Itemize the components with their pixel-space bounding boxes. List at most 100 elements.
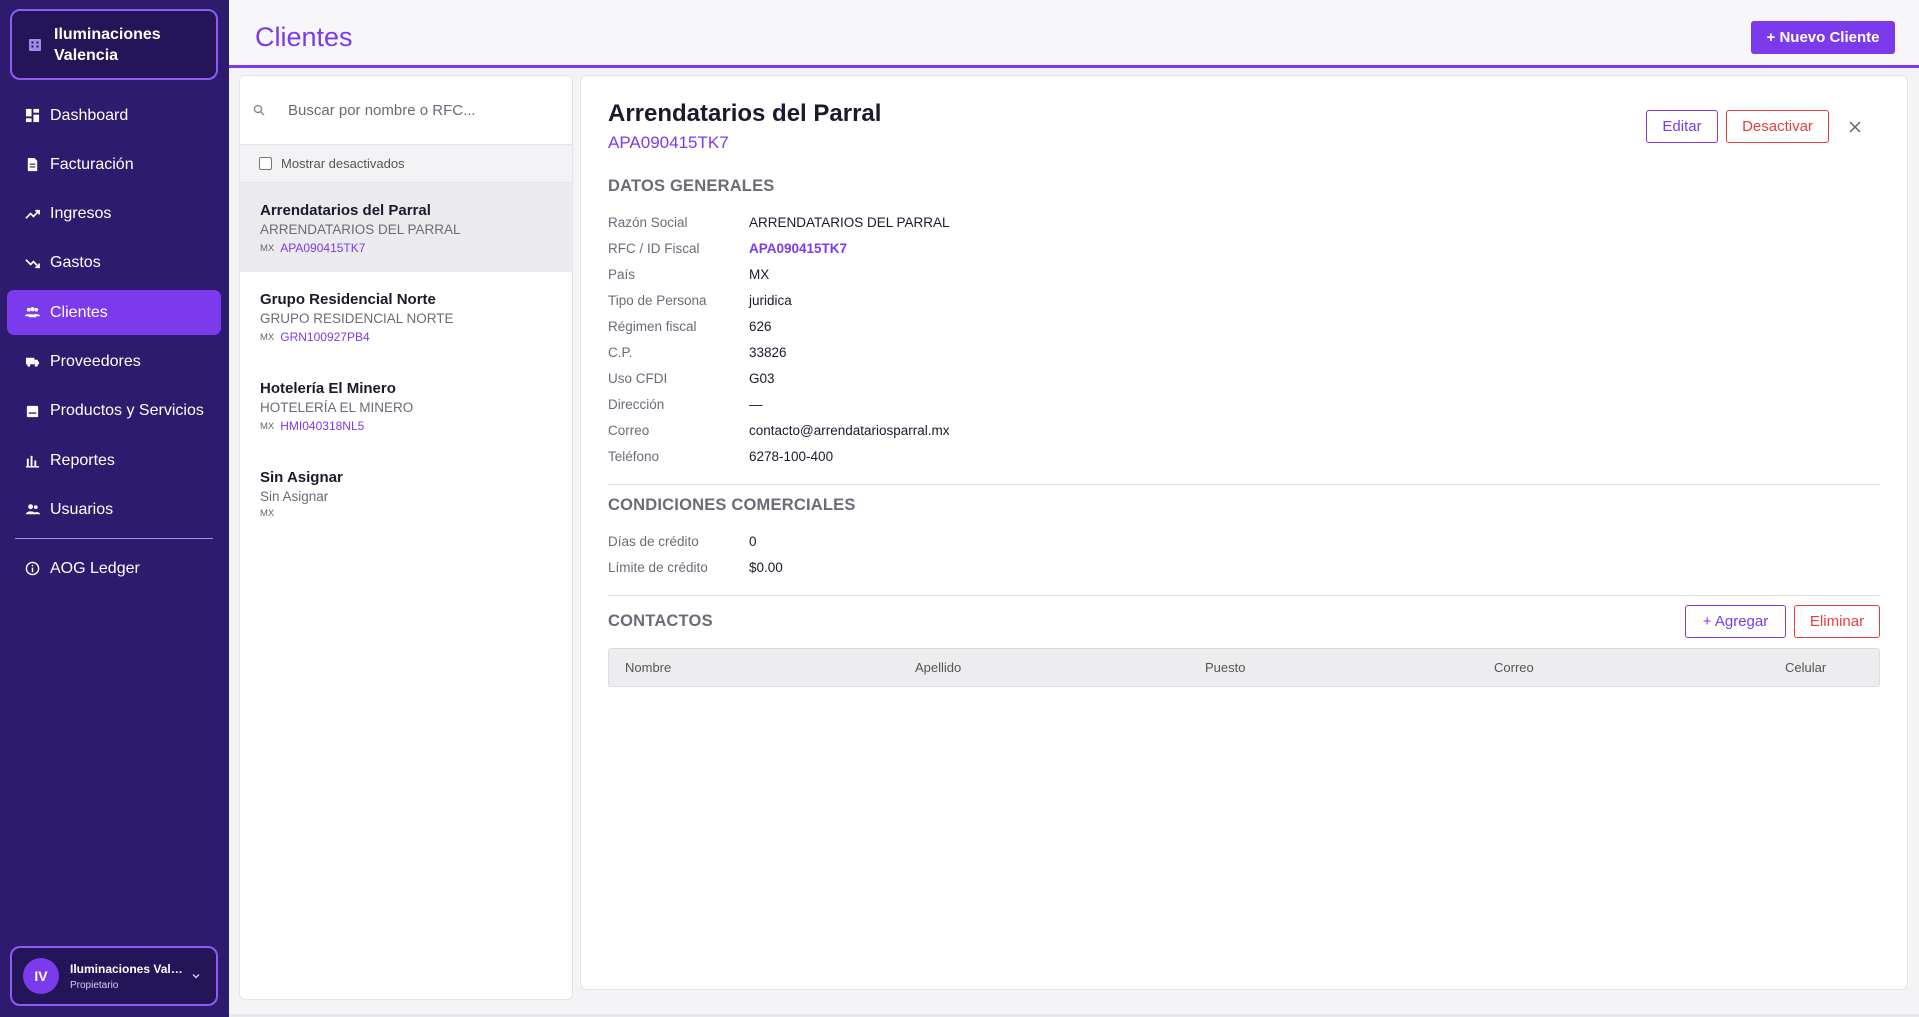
field-value: $0.00 — [749, 559, 783, 575]
field-value: juridica — [749, 292, 792, 308]
client-detail-name: Arrendatarios del Parral — [608, 100, 882, 127]
nav-item-productos[interactable]: Productos y Servicios — [7, 389, 221, 434]
field-label: Dirección — [608, 396, 665, 412]
client-rfc: APA090415TK7 — [280, 241, 366, 255]
list-item[interactable]: Grupo Residencial Norte GRUPO RESIDENCIA… — [240, 272, 572, 361]
close-icon[interactable] — [1845, 117, 1865, 137]
field-label: Uso CFDI — [608, 370, 668, 386]
column-header-nombre[interactable]: Nombre — [625, 660, 671, 675]
nav-item-ingresos[interactable]: Ingresos — [7, 192, 221, 237]
building-icon — [29, 38, 41, 51]
search-input[interactable] — [288, 101, 548, 119]
show-inactive-checkbox[interactable] — [259, 157, 272, 170]
nav-label: Usuarios — [50, 500, 114, 518]
users-icon — [24, 502, 40, 518]
client-rfc: GRN100927PB4 — [280, 330, 370, 344]
trend-up-icon — [24, 206, 40, 222]
client-detail-rfc: APA090415TK7 — [608, 133, 729, 152]
bar-chart-icon — [24, 453, 40, 469]
deactivate-button[interactable]: Desactivar — [1726, 110, 1829, 143]
client-name: Sin Asignar — [260, 469, 343, 486]
client-list-panel: Mostrar desactivados Arrendatarios del P… — [239, 75, 573, 1000]
client-rfc: HMI040318NL5 — [280, 419, 365, 433]
field-row: Régimen fiscal 626 — [608, 313, 950, 339]
delete-contact-button[interactable]: Eliminar — [1794, 605, 1880, 638]
nav-item-gastos[interactable]: Gastos — [7, 241, 221, 286]
add-contact-button[interactable]: + Agregar — [1685, 605, 1786, 638]
edit-button[interactable]: Editar — [1646, 110, 1718, 143]
commercial-section-title: CONDICIONES COMERCIALES — [608, 496, 856, 514]
field-row: C.P. 33826 — [608, 339, 950, 365]
nav-label: Productos y Servicios — [50, 402, 204, 420]
field-row: Días de crédito 0 — [608, 528, 783, 554]
field-label: Correo — [608, 422, 650, 438]
nav-divider — [15, 538, 213, 539]
people-icon — [24, 305, 40, 321]
nav-item-reportes[interactable]: Reportes — [7, 438, 221, 483]
new-client-button[interactable]: + Nuevo Cliente — [1751, 21, 1895, 54]
general-fields: Razón Social ARRENDATARIOS DEL PARRAL RFC… — [608, 209, 950, 469]
user-role: Propietario — [70, 979, 119, 991]
nav-item-usuarios[interactable]: Usuarios — [7, 487, 221, 532]
show-inactive-toggle[interactable]: Mostrar desactivados — [240, 145, 572, 183]
field-row: Correo contacto@arrendatariosparral.mx — [608, 417, 950, 443]
field-value: APA090415TK7 — [749, 240, 848, 256]
contacts-table-header: Nombre Apellido Puesto Correo Celular — [608, 648, 1880, 687]
user-menu[interactable]: IV Iluminaciones Valencia Propietario — [10, 946, 218, 1006]
column-header-correo[interactable]: Correo — [1494, 660, 1534, 675]
client-name: Arrendatarios del Parral — [260, 202, 431, 219]
page-header: Clientes + Nuevo Cliente — [229, 0, 1919, 68]
section-divider — [608, 484, 1880, 485]
client-name: Grupo Residencial Norte — [260, 291, 436, 308]
list-item[interactable]: Sin Asignar Sin Asignar MX — [240, 450, 572, 539]
client-country: MX — [260, 331, 275, 343]
column-header-puesto[interactable]: Puesto — [1205, 660, 1245, 675]
nav-label: Dashboard — [50, 106, 129, 124]
nav-item-dashboard[interactable]: Dashboard — [7, 93, 221, 138]
sidebar: Iluminaciones Valencia Dashboard Factura… — [0, 0, 229, 1017]
commercial-fields: Días de crédito 0 Límite de crédito $0.00 — [608, 528, 783, 580]
client-legal-name: Sin Asignar — [260, 489, 329, 504]
nav-label: Gastos — [50, 254, 101, 272]
nav-label: Proveedores — [50, 352, 141, 370]
field-value: contacto@arrendatariosparral.mx — [749, 422, 950, 438]
client-legal-name: GRUPO RESIDENCIAL NORTE — [260, 311, 454, 326]
field-row: Uso CFDI G03 — [608, 365, 950, 391]
contacts-section-title: CONTACTOS — [608, 612, 713, 630]
nav-label: Facturación — [50, 155, 134, 173]
trend-down-icon — [24, 255, 40, 271]
nav-item-proveedores[interactable]: Proveedores — [7, 339, 221, 384]
info-icon — [24, 561, 40, 577]
list-item[interactable]: Arrendatarios del Parral ARRENDATARIOS D… — [240, 183, 572, 272]
search-bar — [240, 76, 572, 145]
dashboard-icon — [24, 108, 40, 124]
page-title: Clientes — [255, 22, 353, 52]
field-label: Razón Social — [608, 214, 688, 230]
list-item[interactable]: Hotelería El Minero HOTELERÍA EL MINERO … — [240, 361, 572, 450]
client-detail-panel: Arrendatarios del Parral APA090415TK7 Ed… — [580, 75, 1908, 990]
user-name: Iluminaciones Valencia — [70, 961, 186, 976]
general-section-title: DATOS GENERALES — [608, 177, 775, 195]
column-header-apellido[interactable]: Apellido — [915, 660, 961, 675]
field-label: Límite de crédito — [608, 559, 708, 575]
main-nav: Dashboard Facturación Ingresos Gastos Cl… — [7, 93, 221, 537]
company-switcher[interactable]: Iluminaciones Valencia — [10, 9, 218, 80]
field-value: ARRENDATARIOS DEL PARRAL — [749, 214, 950, 230]
truck-icon — [24, 354, 40, 370]
field-row: Tipo de Persona juridica — [608, 287, 950, 313]
field-row: Teléfono 6278-100-400 — [608, 443, 950, 469]
client-legal-name: HOTELERÍA EL MINERO — [260, 400, 414, 415]
field-row: RFC / ID Fiscal APA090415TK7 — [608, 235, 950, 261]
section-divider — [608, 595, 1880, 596]
nav-item-facturacion[interactable]: Facturación — [7, 142, 221, 187]
nav-item-aog-ledger[interactable]: AOG Ledger — [7, 546, 221, 591]
field-row: País MX — [608, 261, 950, 287]
field-label: RFC / ID Fiscal — [608, 240, 700, 256]
field-label: Tipo de Persona — [608, 292, 707, 308]
search-icon — [253, 104, 265, 116]
nav-item-clientes[interactable]: Clientes — [7, 290, 221, 336]
client-legal-name: ARRENDATARIOS DEL PARRAL — [260, 222, 461, 237]
box-icon — [24, 403, 40, 419]
column-header-celular[interactable]: Celular — [1785, 660, 1826, 675]
nav-label: Reportes — [50, 451, 115, 469]
